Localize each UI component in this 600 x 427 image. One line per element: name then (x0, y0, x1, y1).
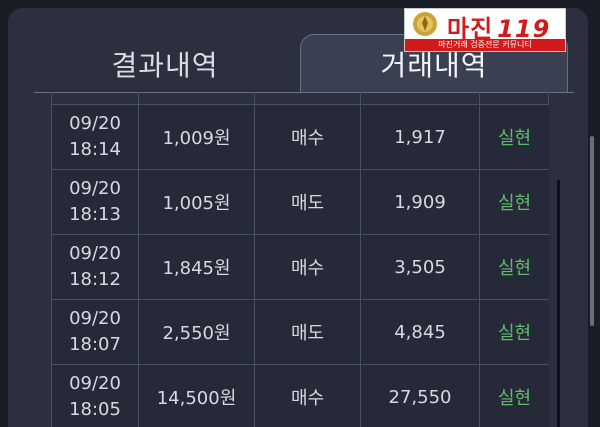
row-date: 09/20 (69, 308, 121, 329)
trade-table: 09/20 18:14 1,009원 매수 1,917 실현 09/20 18:13 1,005… (51, 104, 549, 427)
watermark-logo: 마진 119 마진거래 검증전문 커뮤니티 (404, 8, 566, 52)
row-amount: 2,550원 (138, 299, 255, 365)
row-datetime: 09/20 18:13 (51, 169, 139, 235)
row-datetime: 09/20 18:12 (51, 234, 139, 300)
row-date: 09/20 (69, 373, 121, 394)
row-time: 18:13 (69, 204, 121, 225)
row-amount: 1,845원 (138, 234, 255, 300)
row-time: 18:12 (69, 269, 121, 290)
row-price: 27,550 (360, 364, 480, 427)
row-price: 1,909 (360, 169, 480, 235)
app-root: 결과내역 거래내역 09/20 18:14 1,009원 매수 1,917 실현 09/20… (0, 0, 600, 427)
page-scrollbar[interactable] (590, 136, 594, 326)
table-scrollbar[interactable] (557, 180, 560, 427)
row-trade-type: 매도 (254, 299, 361, 365)
table-row[interactable]: 09/20 18:14 1,009원 매수 1,917 실현 (51, 104, 549, 170)
row-time: 18:05 (69, 399, 121, 420)
row-datetime: 09/20 18:05 (51, 364, 139, 427)
row-time: 18:07 (69, 334, 121, 355)
row-datetime: 09/20 18:07 (51, 299, 139, 365)
row-amount: 1,005원 (138, 169, 255, 235)
row-price: 1,917 (360, 104, 480, 170)
row-trade-type: 매수 (254, 104, 361, 170)
column-divider (548, 92, 549, 104)
police-emblem-icon (413, 12, 437, 36)
column-divider (138, 92, 139, 104)
table-row[interactable]: 09/20 18:13 1,005원 매도 1,909 실현 (51, 169, 549, 235)
logo-subtitle: 마진거래 검증전문 커뮤니티 (405, 39, 565, 51)
row-status: 실현 (479, 104, 549, 170)
row-date: 09/20 (69, 243, 121, 264)
table-row[interactable]: 09/20 18:05 14,500원 매수 27,550 실현 (51, 364, 549, 427)
row-status: 실현 (479, 234, 549, 300)
row-date: 09/20 (69, 113, 121, 134)
row-status: 실현 (479, 169, 549, 235)
row-status: 실현 (479, 364, 549, 427)
row-price: 3,505 (360, 234, 480, 300)
row-price: 4,845 (360, 299, 480, 365)
row-trade-type: 매도 (254, 169, 361, 235)
column-divider (479, 92, 480, 104)
table-row[interactable]: 09/20 18:07 2,550원 매도 4,845 실현 (51, 299, 549, 365)
column-divider (360, 92, 361, 104)
row-amount: 1,009원 (138, 104, 255, 170)
row-status: 실현 (479, 299, 549, 365)
column-divider (254, 92, 255, 104)
row-trade-type: 매수 (254, 234, 361, 300)
row-date: 09/20 (69, 178, 121, 199)
row-time: 18:14 (69, 139, 121, 160)
row-trade-type: 매수 (254, 364, 361, 427)
tab-result-history[interactable]: 결과내역 (40, 36, 290, 92)
row-amount: 14,500원 (138, 364, 255, 427)
logo-header: 마진 119 (405, 9, 565, 43)
trade-table-container[interactable]: 09/20 18:14 1,009원 매수 1,917 실현 09/20 18:13 1,005… (51, 92, 549, 427)
table-row[interactable]: 09/20 18:12 1,845원 매수 3,505 실현 (51, 234, 549, 300)
column-divider (51, 92, 52, 104)
row-datetime: 09/20 18:14 (51, 104, 139, 170)
